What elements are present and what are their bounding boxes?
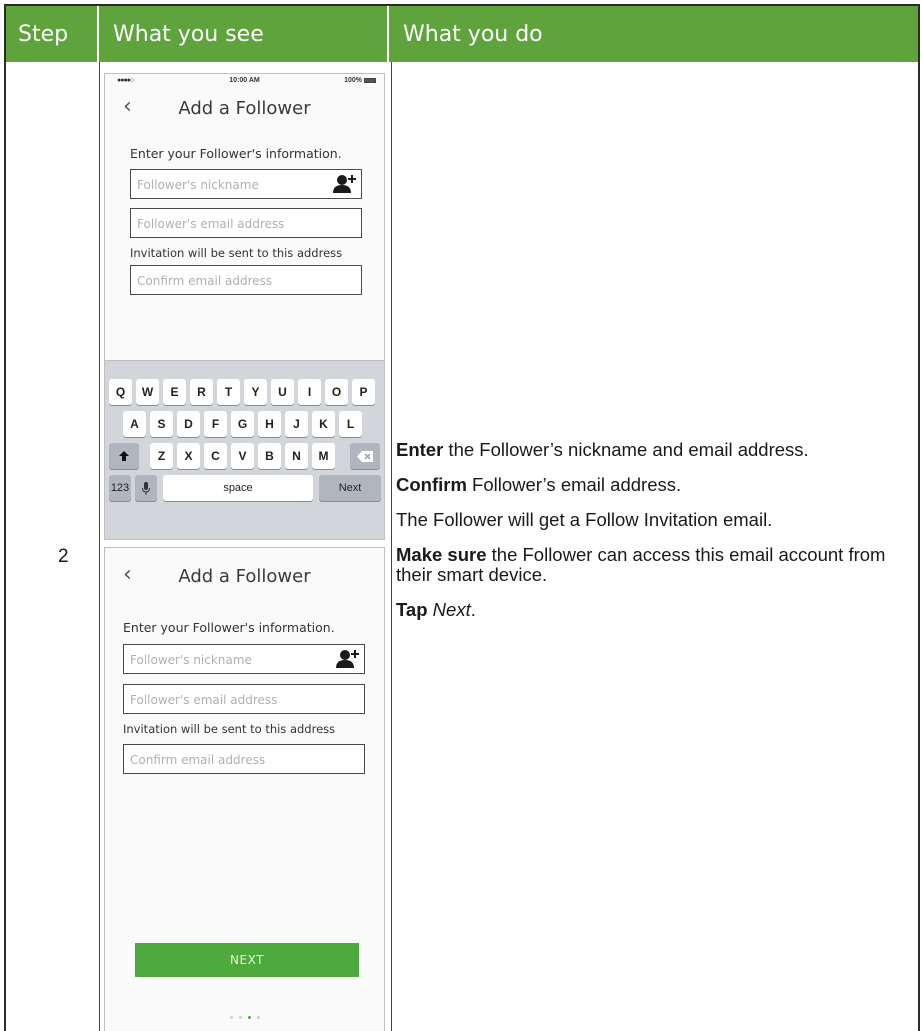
key-t[interactable]: T (217, 379, 240, 405)
key-s[interactable]: S (150, 411, 173, 437)
nickname-placeholder: Follower's nickname (130, 653, 252, 667)
header-what-you-see: What you see (99, 6, 389, 62)
key-q[interactable]: Q (109, 379, 132, 405)
nickname-placeholder: Follower's nickname (137, 178, 259, 192)
page-dot (256, 1016, 260, 1019)
space-key[interactable]: space (163, 475, 313, 501)
keyboard-row-4: 123 space Next (105, 475, 384, 503)
screen-title: Add a Follower (178, 566, 311, 587)
key-w[interactable]: W (136, 379, 159, 405)
instruction-enter: Enter the Follower’s nickname and email … (396, 439, 809, 460)
keyboard-row-2: A S D F G H J K L (105, 411, 384, 439)
what-you-do-text: Enter the Follower’s nickname and email … (396, 440, 906, 635)
invitation-note: Invitation will be sent to this address (123, 722, 336, 736)
confirm-email-placeholder: Confirm email address (137, 274, 273, 288)
battery-percent: 100% (344, 77, 362, 84)
instruction-invitation: The Follower will get a Follow Invitatio… (396, 509, 773, 530)
nickname-field[interactable]: Follower's nickname (123, 644, 365, 674)
email-field[interactable]: Follower's email address (123, 684, 365, 714)
keyboard-row-3: Z X C V B N M (105, 443, 384, 471)
key-g[interactable]: G (231, 411, 254, 437)
instruction-make-sure: Make sure the Follower can access this e… (396, 544, 886, 585)
key-e[interactable]: E (163, 379, 186, 405)
key-k[interactable]: K (312, 411, 335, 437)
page-indicator (105, 1016, 384, 1019)
key-b[interactable]: B (258, 443, 281, 469)
nav-bar: ‹ Add a Follower (105, 558, 384, 592)
shift-key[interactable] (109, 443, 139, 469)
confirm-email-field[interactable]: Confirm email address (130, 265, 362, 295)
key-z[interactable]: Z (150, 443, 173, 469)
page-dot (238, 1016, 242, 1019)
column-divider (391, 62, 392, 1031)
shift-arrow-icon (119, 451, 129, 461)
numbers-key[interactable]: 123 (109, 475, 131, 501)
keyboard-row-1: Q W E R T Y U I O P (105, 379, 384, 407)
email-field[interactable]: Follower's email address (130, 208, 362, 238)
instruction-confirm: Confirm Follower’s email address. (396, 474, 682, 495)
backspace-icon (357, 450, 373, 462)
add-contact-icon[interactable] (330, 173, 358, 195)
status-time: 10:00 AM (229, 77, 260, 84)
instruction-text: Enter your Follower's information. (130, 146, 342, 161)
key-p[interactable]: P (352, 379, 375, 405)
phone-screenshot-next: ‹ Add a Follower Enter your Follower's i… (104, 547, 385, 1031)
key-u[interactable]: U (271, 379, 294, 405)
header-what-you-do: What you do (403, 21, 543, 47)
email-placeholder: Follower's email address (137, 217, 285, 231)
key-n[interactable]: N (285, 443, 308, 469)
page-dot-active (247, 1016, 251, 1019)
table-header: Step What you see What you do (6, 6, 918, 62)
key-y[interactable]: Y (244, 379, 267, 405)
key-f[interactable]: F (204, 411, 227, 437)
key-c[interactable]: C (204, 443, 227, 469)
key-l[interactable]: L (339, 411, 362, 437)
step-number: 2 (58, 546, 69, 567)
key-d[interactable]: D (177, 411, 200, 437)
key-j[interactable]: J (285, 411, 308, 437)
nickname-field[interactable]: Follower's nickname (130, 169, 362, 199)
key-o[interactable]: O (325, 379, 348, 405)
key-h[interactable]: H (258, 411, 281, 437)
next-button[interactable]: NEXT (135, 943, 359, 977)
email-placeholder: Follower's email address (130, 693, 278, 707)
battery-indicator: 100% (344, 77, 376, 84)
key-m[interactable]: M (312, 443, 335, 469)
keyboard-next-key[interactable]: Next (319, 475, 381, 501)
key-a[interactable]: A (123, 411, 146, 437)
microphone-icon (142, 481, 150, 495)
dictation-key[interactable] (135, 475, 157, 501)
battery-icon (364, 78, 376, 83)
key-x[interactable]: X (177, 443, 200, 469)
nav-bar: ‹ Add a Follower (105, 90, 384, 124)
page-dot (229, 1016, 233, 1019)
phone-screenshot-keyboard: ●●●●○ 10:00 AM 100% ‹ Add a Follower Ent… (104, 73, 385, 540)
instruction-text: Enter your Follower's information. (123, 620, 335, 635)
key-r[interactable]: R (190, 379, 213, 405)
status-bar: ●●●●○ 10:00 AM 100% (105, 74, 384, 88)
screen-title: Add a Follower (178, 98, 311, 119)
delete-key[interactable] (350, 443, 380, 469)
key-i[interactable]: I (298, 379, 321, 405)
add-contact-icon[interactable] (333, 648, 361, 670)
instruction-tap-next: Tap Next. (396, 599, 476, 620)
header-step: Step (6, 6, 99, 62)
confirm-email-field[interactable]: Confirm email address (123, 744, 365, 774)
key-v[interactable]: V (231, 443, 254, 469)
invitation-note: Invitation will be sent to this address (130, 246, 343, 260)
confirm-email-placeholder: Confirm email address (130, 753, 266, 767)
onscreen-keyboard: Q W E R T Y U I O P A S D F G H J K L Z … (105, 360, 384, 539)
column-divider (99, 62, 100, 1031)
